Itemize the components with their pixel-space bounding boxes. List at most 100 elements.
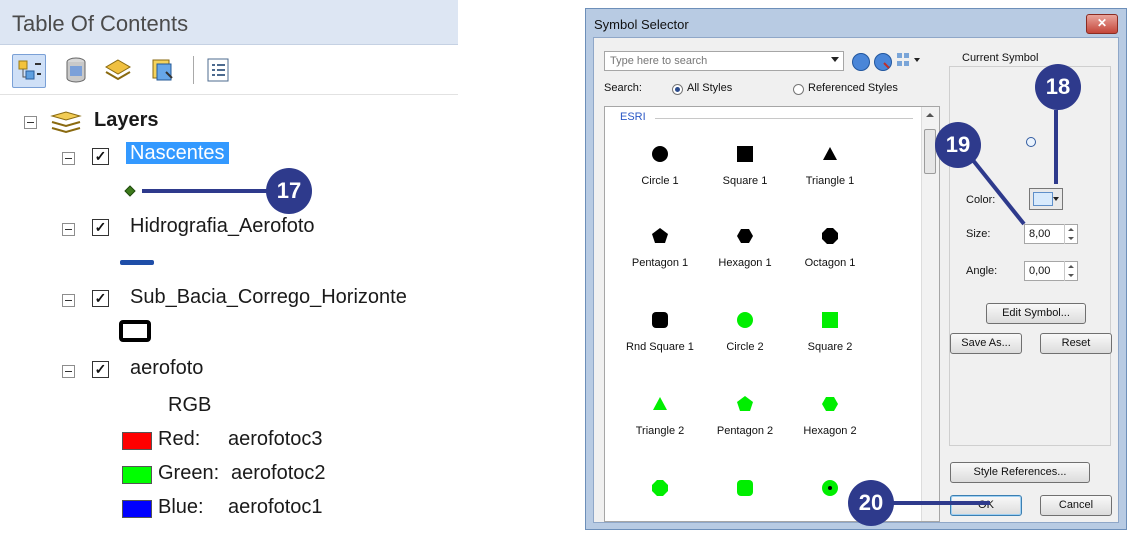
blue-band-swatch[interactable] [122,500,152,518]
symbol-cell[interactable]: Triangle 1 [795,145,865,205]
color-picker-button[interactable] [1029,188,1063,210]
symbol-cell[interactable]: Square 1 [710,145,780,205]
list-by-visibility-icon[interactable] [102,54,134,86]
close-icon[interactable]: ✕ [1086,14,1118,34]
chevron-down-icon [1053,197,1059,201]
scroll-thumb[interactable] [924,129,936,174]
style-references-button[interactable]: Style References... [950,462,1090,483]
layer-collapse-toggle[interactable] [62,152,75,165]
symbol-label: Circle 2 [726,341,764,353]
symbol-cell[interactable] [625,479,695,521]
list-by-drawing-order-icon[interactable] [12,54,46,88]
symbol-cell[interactable]: Hexagon 1 [710,227,780,287]
toc-toolbar [0,46,458,95]
symbol-label: Hexagon 2 [803,425,857,437]
cancel-button[interactable]: Cancel [1040,495,1112,516]
gallery-scrollbar[interactable] [921,107,939,521]
table-of-contents-panel: Table Of Contents Layers ✓ Nascentes ✓ H… [0,0,460,533]
layers-root-label[interactable]: Layers [94,109,159,132]
angle-value: 0,00 [1029,265,1051,277]
options-icon[interactable] [202,54,234,86]
layer-visibility-checkbox[interactable]: ✓ [92,148,109,165]
size-input[interactable]: 8,00 [1024,224,1078,244]
symbol-rndsquare-icon [736,479,754,497]
callout-20: 20 [848,480,894,526]
layer-name-sub-bacia[interactable]: Sub_Bacia_Corrego_Horizonte [130,286,407,309]
symbol-circle-icon [651,145,669,163]
symbol-cell[interactable]: Square 2 [795,311,865,371]
referenced-styles-radio[interactable] [793,84,804,95]
search-input[interactable]: Type here to search [604,51,844,71]
symbol-triangle-icon [821,145,839,163]
layer-collapse-toggle[interactable] [62,223,75,236]
current-symbol-preview [1026,137,1036,147]
size-stepper[interactable] [1064,224,1077,244]
symbol-cell[interactable]: Pentagon 2 [710,395,780,455]
save-as-button[interactable]: Save As... [950,333,1022,354]
symbol-label: Triangle 2 [635,425,685,437]
band-name-red: aerofotoc3 [228,428,323,450]
referenced-styles-label[interactable]: Referenced Styles [808,82,898,94]
symbol-label: Square 2 [807,341,853,353]
edit-symbol-button[interactable]: Edit Symbol... [986,303,1086,324]
toolbar-separator [193,56,194,84]
symbol-label: Triangle 1 [805,175,855,187]
symbol-cell[interactable]: Circle 1 [625,145,695,205]
green-diamond-point-symbol[interactable] [124,184,136,202]
rgb-label: RGB [168,394,212,416]
callout-18-pointer [1054,110,1058,184]
symbol-cell[interactable]: Triangle 2 [625,395,695,455]
symbol-rndsquare-icon [651,311,669,329]
symbol-cell[interactable]: Circle 2 [710,311,780,371]
list-by-selection-icon[interactable] [146,54,178,86]
ok-button[interactable]: OK [950,495,1022,516]
layers-collapse-toggle[interactable] [24,116,37,129]
current-symbol-title: Current Symbol [960,52,1041,64]
symbol-cell[interactable]: Pentagon 1 [625,227,695,287]
callout-19: 19 [935,122,981,168]
symbol-triangle-icon [651,395,669,413]
blue-line-symbol[interactable] [120,260,154,265]
reset-button[interactable]: Reset [1040,333,1112,354]
layer-visibility-checkbox[interactable]: ✓ [92,290,109,307]
search-icon[interactable] [852,53,870,71]
list-by-source-icon[interactable] [60,54,92,86]
search-scope-label: Search: [604,82,642,94]
size-value: 8,00 [1029,228,1051,240]
green-band-swatch[interactable] [122,466,152,484]
symbol-cell[interactable]: Octagon 1 [795,227,865,287]
layer-name-hidrografia[interactable]: Hidrografia_Aerofoto [130,215,315,238]
all-styles-label[interactable]: All Styles [687,82,732,94]
red-band-swatch[interactable] [122,432,152,450]
angle-input[interactable]: 0,00 [1024,261,1078,281]
symbol-label: Circle 1 [641,175,679,187]
band-channel-red: Red: [158,428,201,450]
layer-visibility-checkbox[interactable]: ✓ [92,219,109,236]
search-options-icon[interactable] [874,53,892,71]
polygon-outline-symbol[interactable] [119,320,151,342]
band-channel-green: Green: [158,462,220,484]
layer-collapse-toggle[interactable] [62,294,75,307]
symbol-pentagon-icon [736,395,754,413]
layer-name-aerofoto[interactable]: aerofoto [130,357,203,380]
symbol-cell[interactable] [710,479,780,521]
gallery-group-label: ESRI [620,111,646,123]
chevron-down-icon[interactable] [831,57,839,62]
band-name-green: aerofotoc2 [231,462,326,484]
layer-name-nascentes[interactable]: Nascentes [126,142,229,165]
symbol-square-icon [821,311,839,329]
symbol-cell[interactable]: Rnd Square 1 [625,311,695,371]
toc-title: Table Of Contents [12,11,189,36]
color-swatch [1033,192,1053,206]
scroll-up-icon[interactable] [926,113,934,117]
symbol-octagon-icon [821,227,839,245]
toc-title-bar: Table Of Contents [0,0,458,45]
layers-icon [50,110,82,139]
all-styles-radio[interactable] [672,84,683,95]
angle-stepper[interactable] [1064,261,1077,281]
symbol-circle-icon [736,311,754,329]
layer-collapse-toggle[interactable] [62,365,75,378]
view-mode-icon[interactable] [896,52,922,73]
symbol-cell[interactable]: Hexagon 2 [795,395,865,455]
layer-visibility-checkbox[interactable]: ✓ [92,361,109,378]
